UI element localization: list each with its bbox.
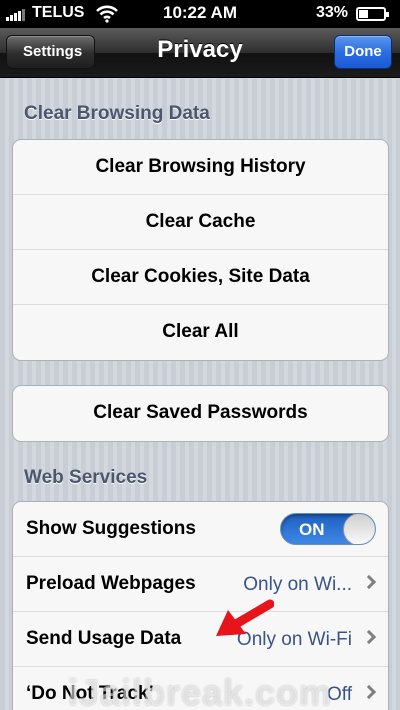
section-header-web-services: Web Services (24, 467, 148, 488)
section-header-clear-browsing: Clear Browsing Data (24, 103, 210, 124)
passwords-group: Clear Saved Passwords (12, 385, 389, 442)
web-services-group: Show Suggestions ON Preload Webpages Onl… (12, 501, 389, 710)
do-not-track-row[interactable]: ‘Do Not Track’ Off (13, 667, 388, 710)
show-suggestions-label: Show Suggestions (26, 518, 196, 539)
clear-browsing-history-button[interactable]: Clear Browsing History (13, 140, 388, 195)
chevron-right-icon (361, 684, 377, 700)
preload-webpages-label: Preload Webpages (26, 573, 196, 594)
chevron-right-icon (361, 574, 377, 590)
chevron-right-icon (361, 629, 377, 645)
show-suggestions-row: Show Suggestions ON (13, 502, 388, 557)
battery-percentage: 33% (315, 4, 348, 21)
preload-webpages-value: Only on Wi... (243, 574, 352, 595)
send-usage-data-label: Send Usage Data (26, 628, 182, 649)
toggle-knob (343, 514, 375, 544)
clear-all-button[interactable]: Clear All (13, 305, 388, 360)
clear-browsing-group: Clear Browsing History Clear Cache Clear… (12, 139, 389, 361)
annotation-arrow-icon (216, 599, 274, 636)
show-suggestions-toggle[interactable]: ON (280, 513, 376, 545)
status-bar: TELUS 10:22 AM 33% (0, 0, 400, 28)
clear-saved-passwords-button[interactable]: Clear Saved Passwords (13, 386, 388, 441)
send-usage-data-row[interactable]: Send Usage Data Only on Wi-Fi (13, 612, 388, 667)
navigation-bar: Settings Privacy Done (0, 28, 400, 78)
settings-list[interactable]: Clear Browsing Data Clear Browsing Histo… (0, 79, 400, 710)
do-not-track-value: Off (327, 684, 352, 705)
clear-cache-button[interactable]: Clear Cache (13, 195, 388, 250)
clear-cookies-button[interactable]: Clear Cookies, Site Data (13, 250, 388, 305)
battery-icon (356, 7, 389, 21)
do-not-track-label: ‘Do Not Track’ (26, 683, 154, 704)
toggle-on-text: ON (299, 520, 325, 539)
done-button[interactable]: Done (334, 35, 392, 69)
preload-webpages-row[interactable]: Preload Webpages Only on Wi... (13, 557, 388, 612)
